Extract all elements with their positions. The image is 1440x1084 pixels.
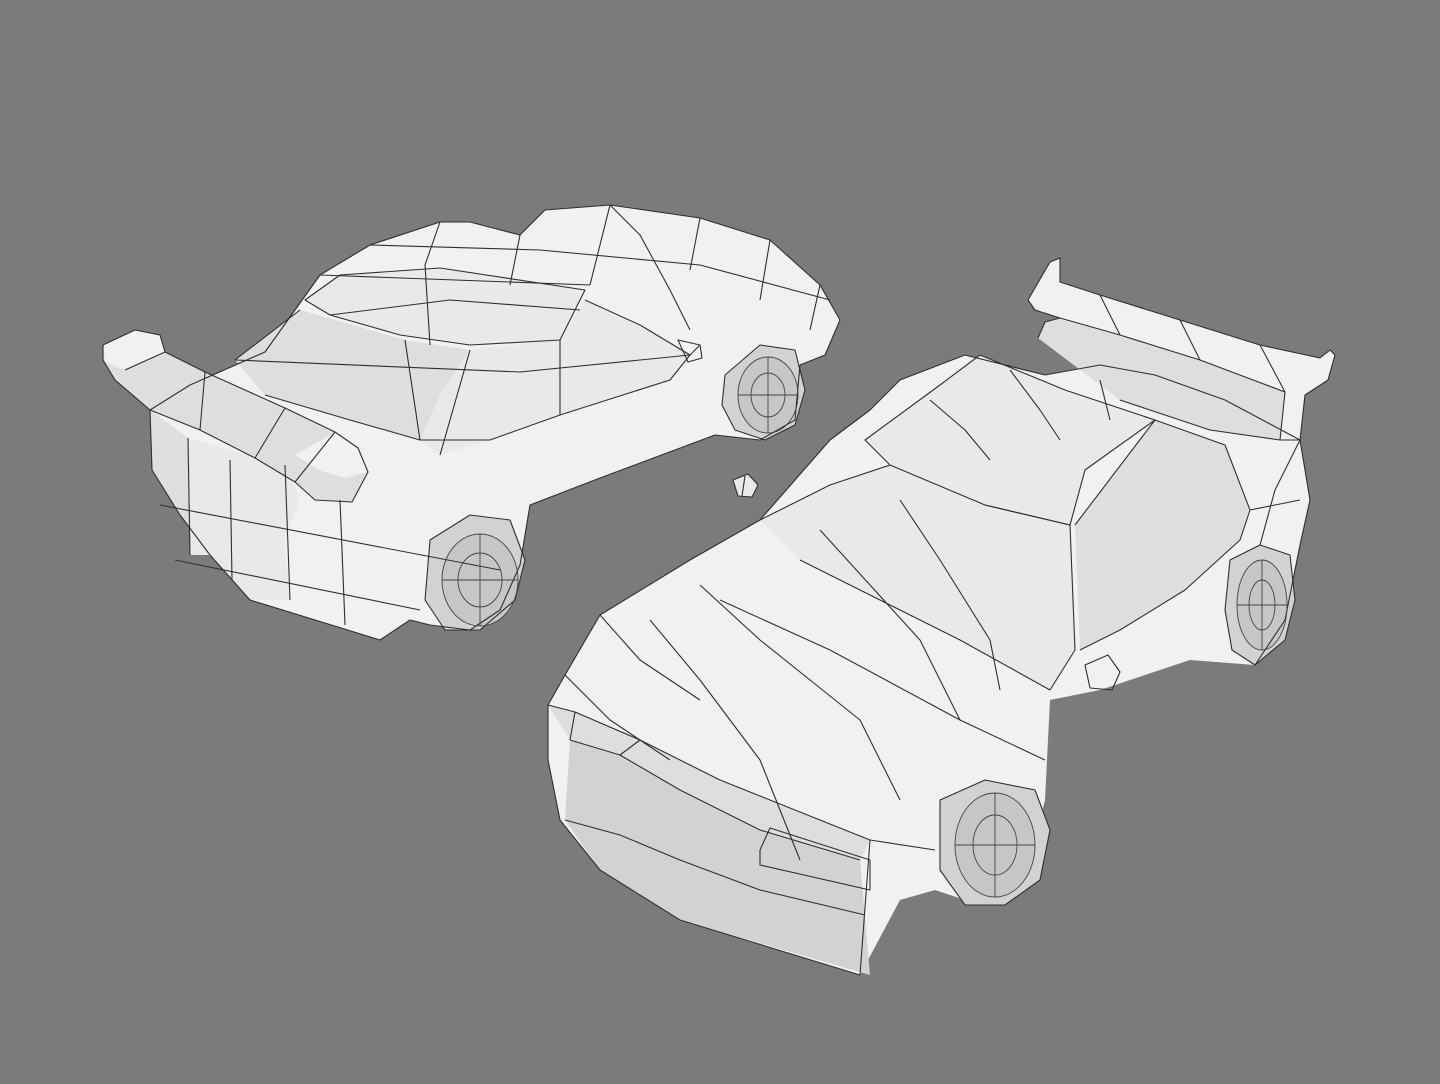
wireframe-render [102,204,1336,976]
render-viewport [0,0,1440,1080]
loose-mesh-piece [732,473,759,498]
